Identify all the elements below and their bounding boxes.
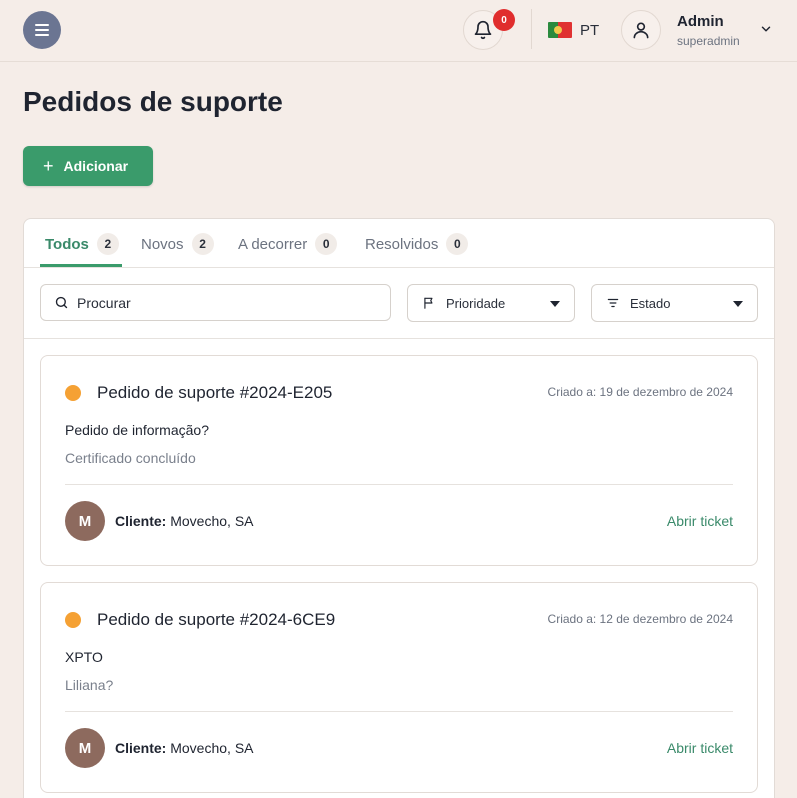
open-ticket-link[interactable]: Abrir ticket [667, 740, 733, 756]
ticket-created-date: Criado a: 12 de dezembro de 2024 [547, 612, 733, 626]
client-label: Cliente: [115, 513, 167, 529]
client-label: Cliente: [115, 740, 167, 756]
caret-down-icon [733, 301, 743, 307]
chevron-down-icon[interactable] [759, 22, 773, 36]
ticket-title: Pedido de suporte #2024-E205 [97, 383, 333, 402]
ticket-description: Certificado concluído [65, 450, 196, 466]
tickets-panel: Todos 2 Novos 2 A decorrer 0 Resolvidos … [23, 218, 775, 798]
client-avatar: M [65, 728, 105, 768]
user-role: superadmin [677, 34, 740, 48]
tab-count: 2 [96, 233, 119, 255]
user-icon [633, 22, 649, 39]
user-avatar[interactable] [621, 10, 661, 50]
tab-label: A decorrer [238, 235, 308, 253]
search-icon [55, 296, 68, 309]
tab-count: 2 [191, 233, 214, 255]
tab-label: Todos [45, 235, 89, 253]
client-info: Cliente: Movecho, SA [115, 740, 254, 756]
language-label: PT [580, 21, 600, 39]
active-tab-indicator [40, 264, 122, 267]
add-button-label: Adicionar [63, 158, 129, 174]
ticket-title: Pedido de suporte #2024-6CE9 [97, 610, 336, 629]
filters-bar: Procurar Prioridade Estado [24, 268, 774, 339]
header-divider [531, 9, 532, 49]
top-bar: 0 PT Admin superadmin [0, 0, 797, 62]
tab-resolvidos[interactable]: Resolvidos 0 [365, 231, 469, 257]
portugal-flag-icon [548, 22, 572, 38]
ticket-card: Pedido de suporte #2024-6CE9 Criado a: 1… [40, 582, 758, 793]
filter-lines-icon [607, 298, 619, 308]
page-title: Pedidos de suporte [23, 86, 283, 117]
client-info: Cliente: Movecho, SA [115, 513, 254, 529]
menu-icon[interactable] [23, 11, 61, 49]
status-select[interactable]: Estado [591, 284, 758, 322]
notification-count-badge: 0 [493, 9, 515, 31]
flag-icon [424, 297, 433, 309]
tab-a-decorrer[interactable]: A decorrer 0 [238, 231, 338, 257]
divider [65, 711, 733, 712]
client-avatar: M [65, 501, 105, 541]
ticket-card: Pedido de suporte #2024-E205 Criado a: 1… [40, 355, 758, 566]
caret-down-icon [550, 301, 560, 307]
priority-select[interactable]: Prioridade [407, 284, 575, 322]
priority-label: Prioridade [446, 295, 506, 311]
client-name: Movecho, SA [170, 513, 254, 529]
bell-icon [474, 20, 492, 40]
open-ticket-link[interactable]: Abrir ticket [667, 513, 733, 529]
tab-label: Resolvidos [365, 235, 439, 253]
add-button[interactable]: + Adicionar [23, 146, 153, 186]
client-name: Movecho, SA [170, 740, 254, 756]
search-placeholder: Procurar [77, 294, 131, 311]
tab-count: 0 [315, 233, 338, 255]
status-label: Estado [630, 295, 671, 311]
plus-icon: + [43, 156, 54, 176]
tab-novos[interactable]: Novos 2 [141, 231, 214, 257]
tab-todos[interactable]: Todos 2 [45, 231, 119, 257]
user-name[interactable]: Admin [677, 13, 724, 30]
ticket-subject: XPTO [65, 649, 103, 665]
tab-label: Novos [141, 235, 184, 253]
divider [65, 484, 733, 485]
status-dot [65, 385, 81, 401]
ticket-description: Liliana? [65, 677, 114, 693]
search-input[interactable]: Procurar [40, 284, 391, 321]
tab-count: 0 [446, 233, 469, 255]
language-selector[interactable]: PT [548, 19, 599, 41]
ticket-created-date: Criado a: 19 de dezembro de 2024 [547, 385, 733, 399]
ticket-subject: Pedido de informação? [65, 422, 209, 438]
status-tabs: Todos 2 Novos 2 A decorrer 0 Resolvidos … [24, 219, 774, 268]
status-dot [65, 612, 81, 628]
